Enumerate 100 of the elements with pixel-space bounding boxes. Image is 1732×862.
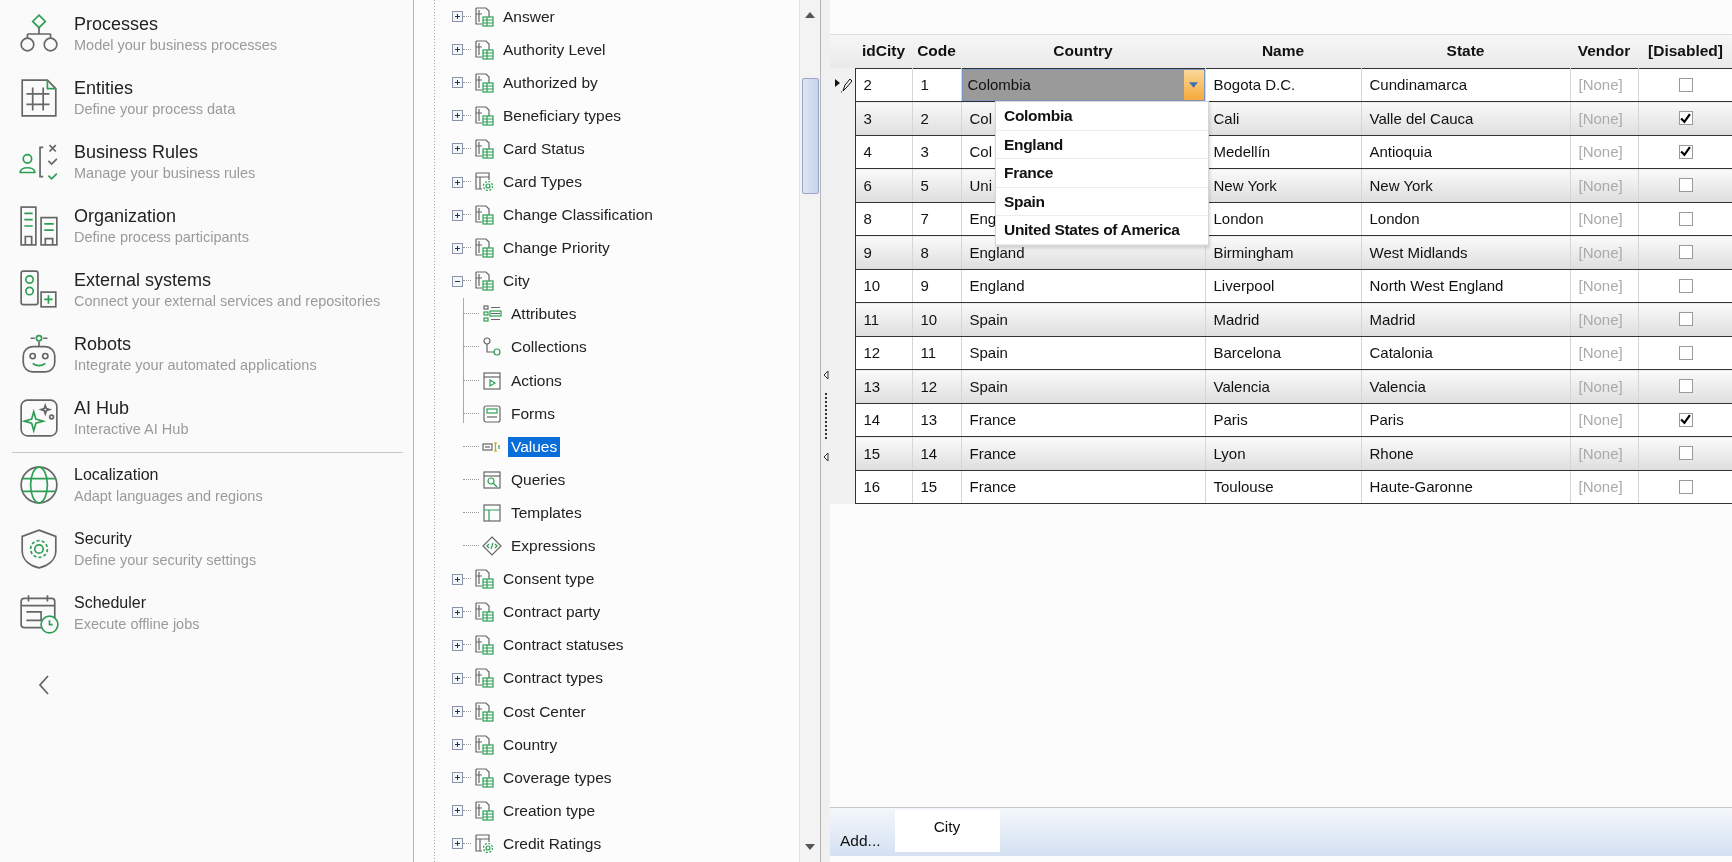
dropdown-option[interactable]: France [996,159,1208,188]
expand-icon[interactable] [452,772,463,784]
tree-item[interactable]: Card Status [500,138,588,159]
tree-item[interactable]: Queries [508,469,569,490]
nav-item[interactable]: Security Define your security settings [18,517,413,581]
column-header[interactable]: Code [912,35,961,68]
add-button[interactable]: Add... [830,832,895,856]
expand-icon[interactable] [452,176,463,188]
tree-item[interactable]: Consent type [500,569,598,590]
expand-icon[interactable] [452,110,463,122]
checkbox[interactable] [1678,312,1693,327]
tree-item[interactable]: Contract party [500,602,604,623]
checkbox[interactable] [1678,178,1693,193]
expand-icon[interactable] [452,209,463,221]
nav-description: Define your security settings [74,551,257,570]
dropdown-option[interactable]: United States of America [996,216,1208,245]
tree-item[interactable]: Expressions [508,536,599,557]
scrollbar[interactable] [799,0,820,862]
expand-icon[interactable] [452,672,463,684]
column-header[interactable]: Vendor [1570,35,1638,68]
column-header[interactable]: Country [961,35,1205,68]
checkbox[interactable] [1678,345,1693,360]
expand-icon[interactable] [452,77,463,89]
expand-icon[interactable] [452,639,463,651]
expand-icon[interactable] [452,739,463,751]
tree-item[interactable]: Templates [508,502,585,523]
nav-description: Connect your external services and repositories [74,292,381,311]
checkbox[interactable] [1678,77,1693,92]
dropdown-option[interactable]: Colombia [996,102,1208,131]
expand-icon[interactable] [452,606,463,618]
checkbox[interactable] [1678,245,1693,260]
table-cell: 16 [863,478,881,496]
dropdown-option[interactable]: England [996,130,1208,160]
expand-icon[interactable] [452,573,463,585]
lookup-cell: [None] [1578,109,1623,127]
tree-item[interactable]: Change Classification [500,205,656,226]
table-cell: Antioquia [1369,143,1433,161]
table-cell: Eng [969,210,997,228]
column-header[interactable]: Name [1205,35,1361,68]
checkbox[interactable] [1678,479,1693,494]
checkbox[interactable] [1678,278,1693,293]
nav-item[interactable]: Entities Define your process data [18,66,413,130]
tree-item[interactable]: Beneficiary types [500,105,625,126]
dropdown-field[interactable]: Colombia [962,69,1204,101]
expand-icon[interactable] [452,838,463,850]
table-cell: Paris [1213,411,1248,429]
tree-item[interactable]: Change Priority [500,238,613,259]
collapse-chevron-icon[interactable] [38,675,50,695]
table-cell: Madrid [1369,310,1416,328]
nav-item[interactable]: External systems Connect your external services and repositories [18,258,413,322]
tree-item[interactable]: Credit Ratings [500,833,605,854]
column-header[interactable]: State [1361,35,1570,68]
lookup-cell: [None] [1578,310,1623,328]
tree-item[interactable]: Authority Level [500,39,609,60]
checkbox[interactable] [1678,446,1693,461]
scroll-thumb[interactable] [801,78,819,194]
scroll-up-icon[interactable] [805,12,815,18]
nav-item[interactable]: Robots Integrate your automated applications [18,322,413,386]
expand-icon[interactable] [452,44,463,56]
nav-item[interactable]: AI Hub Interactive AI Hub [18,386,413,450]
expand-icon[interactable] [452,143,463,155]
expand-icon[interactable] [452,242,463,254]
nav-item[interactable]: Business Rules Manage your business rules [18,130,413,194]
checkbox[interactable] [1678,211,1693,226]
scroll-down-icon[interactable] [805,844,815,850]
nav-item[interactable]: Organization Define process participants [18,194,413,258]
column-header[interactable]: [Disabled] [1638,35,1732,68]
tree-item[interactable]: City [500,271,533,292]
nav-title: Processes [74,13,160,35]
column-header[interactable]: idCity [855,35,912,68]
tree-item[interactable]: Values [508,436,561,457]
tree-item[interactable]: Answer [500,6,558,27]
checkbox[interactable] [1678,379,1693,394]
tree-item[interactable]: Country [500,734,561,755]
dropdown-option[interactable]: Spain [996,187,1208,217]
table-cell: 3 [920,143,929,161]
nav-item[interactable]: Scheduler Execute offline jobs [18,581,413,645]
tree-item[interactable]: Coverage types [500,767,615,788]
tab[interactable]: City [894,810,1000,852]
tree-item[interactable]: Contract statuses [500,635,627,656]
tree-item[interactable]: Collections [508,337,590,358]
expand-icon[interactable] [452,706,463,717]
tree-item[interactable]: Creation type [500,800,599,821]
expand-icon[interactable] [452,11,463,23]
nav-item[interactable]: Processes Model your business processes [18,2,413,66]
table-cell: Col [969,143,992,161]
tree-item[interactable]: Authorized by [500,72,601,93]
table-cell: Cali [1213,109,1240,127]
dropdown-button[interactable] [1183,69,1204,100]
tree-item[interactable]: Card Types [500,172,585,192]
tree-item[interactable]: Attributes [508,304,580,325]
table-icon [474,602,494,623]
expand-icon[interactable] [452,805,463,817]
tree-item[interactable]: Forms [508,403,558,424]
tree-item[interactable]: Actions [508,370,565,391]
tree-item[interactable]: Contract types [500,668,606,689]
collapse-icon[interactable] [452,275,463,287]
table-cell: Spain [969,344,1008,362]
nav-item[interactable]: Localization Adapt languages and regions [18,453,413,517]
tree-item[interactable]: Cost Center [500,701,589,722]
